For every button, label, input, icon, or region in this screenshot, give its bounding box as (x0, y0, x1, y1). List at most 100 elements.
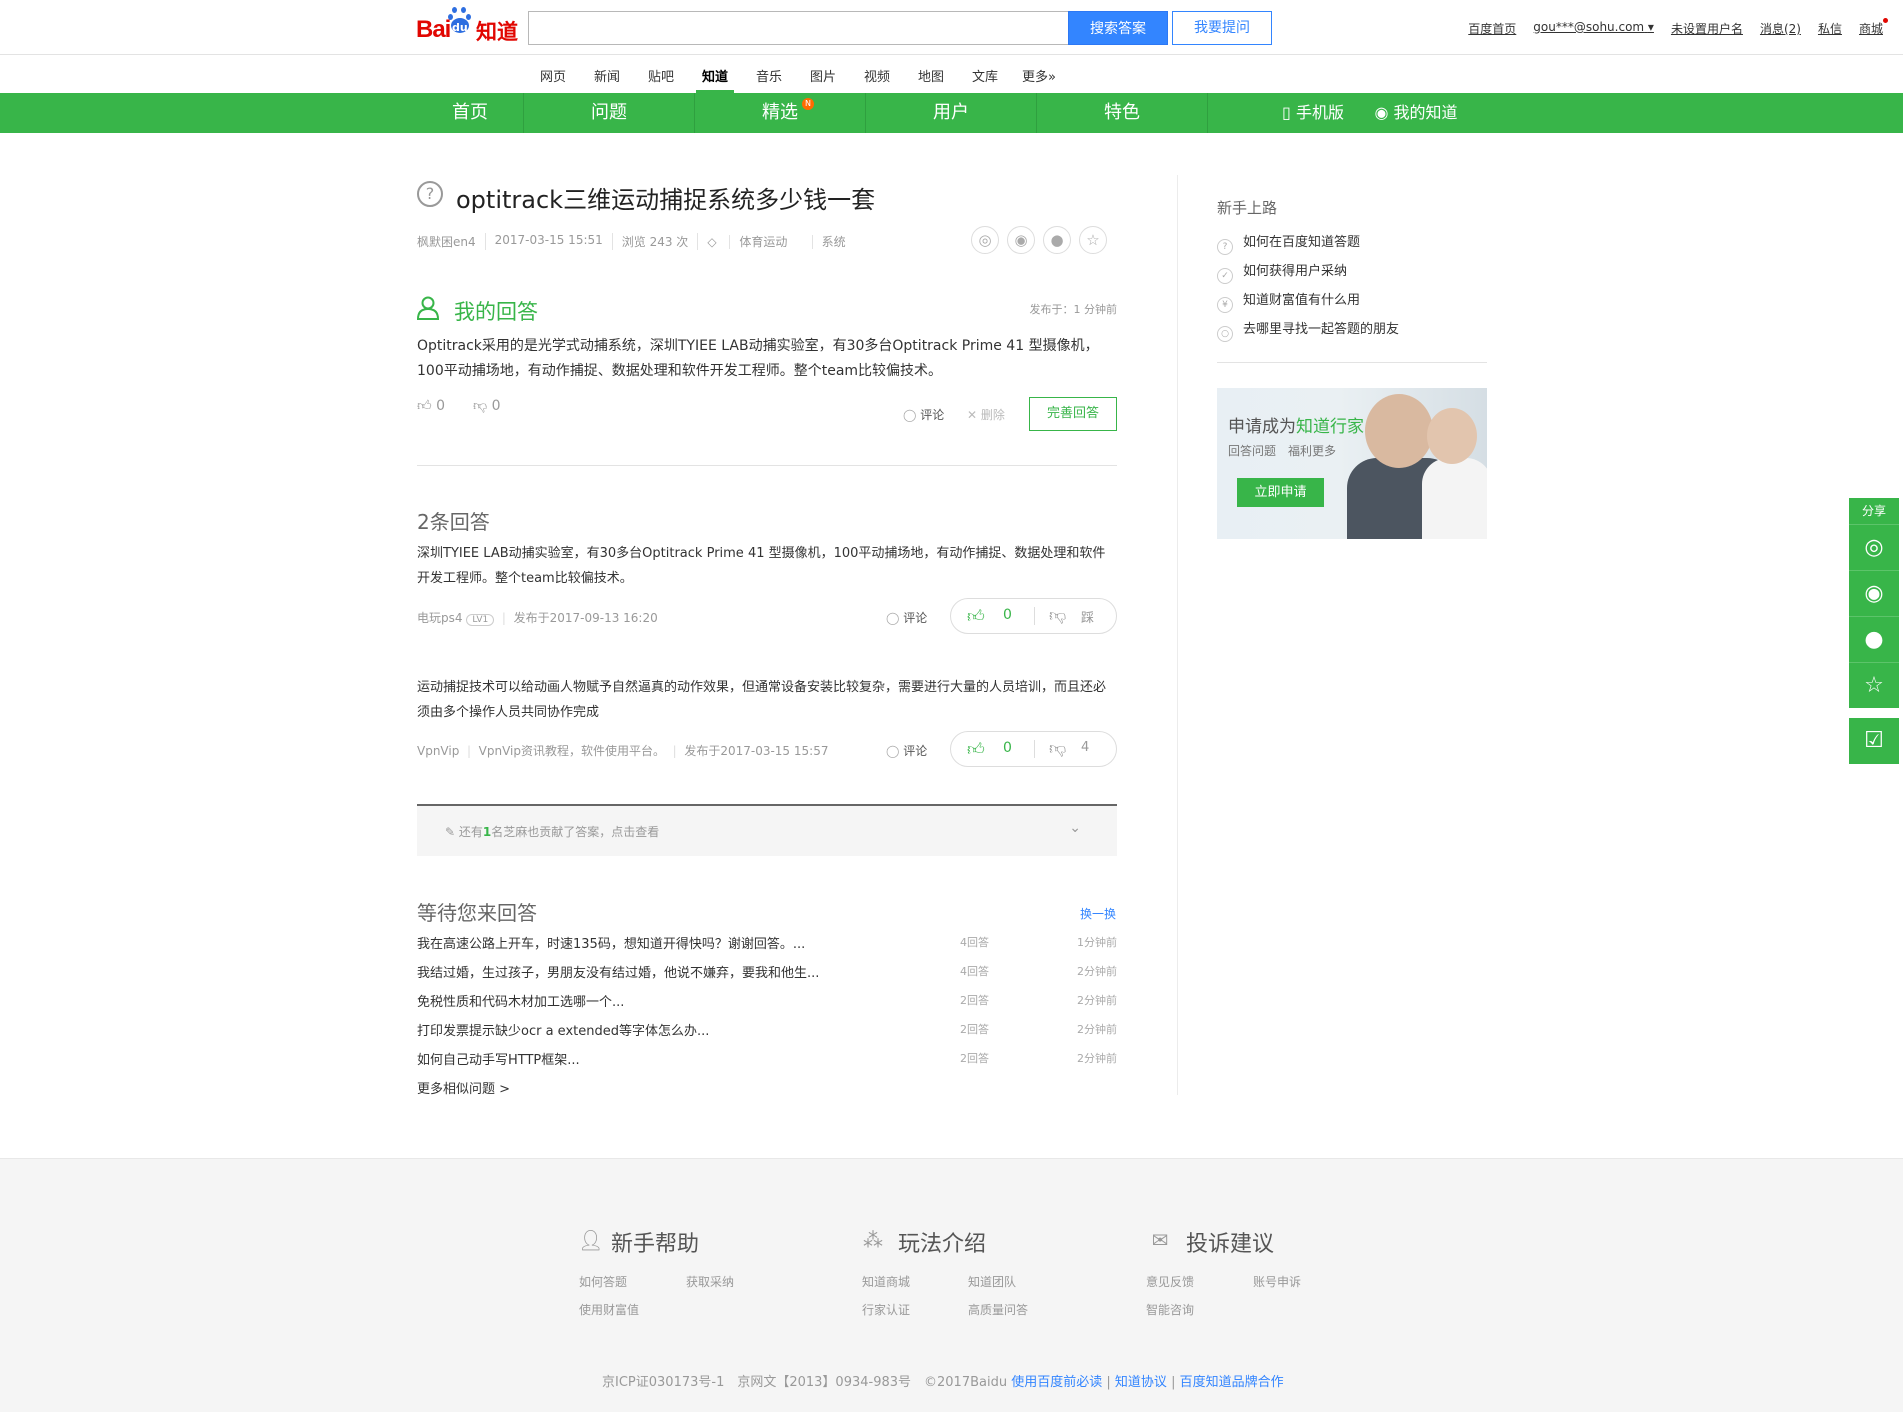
qq-share-icon[interactable]: ● (1849, 616, 1899, 662)
nav-home[interactable]: 首页 (417, 93, 523, 133)
footer-link[interactable]: 使用财富值 (579, 1301, 639, 1318)
nav-features[interactable]: 特色 (1037, 93, 1207, 133)
nav-featured[interactable]: 精选 (695, 93, 865, 133)
footer-link[interactable]: 知道商城 (862, 1273, 910, 1290)
channel-image[interactable]: 图片 (810, 66, 836, 85)
channel-web[interactable]: 网页 (540, 66, 566, 85)
channel-zhidao[interactable]: 知道 (695, 66, 735, 93)
tag-sports[interactable]: 体育运动 (729, 235, 797, 249)
answer-user-desc: VpnVip资讯教程，软件使用平台。 (478, 744, 665, 758)
footer-link[interactable]: 意见反馈 (1146, 1273, 1194, 1290)
mall-link[interactable]: 商城 (1859, 18, 1889, 37)
more-suffix: 名芝麻也贡献了答案，点击查看 (491, 825, 660, 839)
refresh-link[interactable]: 换一换 (1080, 905, 1116, 922)
answer-user[interactable]: 电玩ps4 (417, 611, 463, 625)
channel-news[interactable]: 新闻 (594, 66, 620, 85)
phone-icon: ▯ (1282, 103, 1291, 122)
footer-link[interactable]: 智能咨询 (1146, 1301, 1194, 1318)
sidebar-item[interactable]: ¥ 知道财富值有什么用 (1217, 289, 1360, 313)
more-prefix: 还有 (458, 825, 483, 839)
qq-icon[interactable]: ● (1043, 226, 1071, 254)
set-username-link[interactable]: 未设置用户名 (1671, 20, 1743, 37)
waiting-time: 2分钟前 (1077, 1052, 1117, 1065)
my-answer-delete[interactable]: ✕ 删除 (967, 406, 1005, 423)
more-answers-bar[interactable]: ✎ 还有1名芝麻也贡献了答案，点击查看 ⌄ (417, 804, 1117, 856)
footer-sep: | (1171, 1375, 1180, 1390)
waiting-question[interactable]: 免税性质和代码木材加工选哪一个... 2回答 2分钟前 (417, 991, 1117, 1015)
waiting-question[interactable]: 我在高速公路上开车，时速135码，想知道开得快吗？谢谢回答。... 4回答 1分钟前 (417, 933, 1117, 957)
baidu-zhidao-logo[interactable]: Bai du 知道 (416, 6, 521, 46)
footer-bottom-link[interactable]: 百度知道品牌合作 (1180, 1375, 1284, 1390)
messages-link[interactable]: 消息(2) (1760, 20, 1801, 37)
waiting-question-text: 免税性质和代码木材加工选哪一个... (417, 995, 625, 1010)
weibo-share-icon[interactable]: ◉ (1849, 570, 1899, 616)
sidebar-item[interactable]: ✓ 如何获得用户采纳 (1217, 260, 1347, 284)
channel-map[interactable]: 地图 (918, 66, 944, 85)
ad-title-highlight: 知道行家 (1296, 417, 1364, 437)
waiting-time: 2分钟前 (1077, 994, 1117, 1007)
thumbs-down-icon[interactable]: 👎︎ (1049, 738, 1066, 759)
vote-divider (1034, 607, 1035, 625)
expert-ad-banner[interactable]: 申请成为知道行家 回答问题 福利更多 立即申请 (1217, 388, 1487, 539)
channel-wenku[interactable]: 文库 (972, 66, 998, 85)
waiting-question[interactable]: 我结过婚，生过孩子，男朋友没有结过婚，他说不嫌弃，要我和他生... 4回答 2分钟前 (417, 962, 1117, 986)
nav-questions[interactable]: 问题 (524, 93, 694, 133)
footer-link[interactable]: 账号申诉 (1253, 1273, 1301, 1290)
footer-bottom-link[interactable]: 知道协议 (1115, 1375, 1167, 1390)
footer-link[interactable]: 知道团队 (968, 1273, 1016, 1290)
channel-video[interactable]: 视频 (864, 66, 890, 85)
thumbs-up-icon[interactable]: 👍︎ (967, 739, 985, 760)
answer-comment[interactable]: ◯ 评论 (886, 742, 927, 759)
waiting-question[interactable]: 如何自己动手写HTTP框架... 2回答 2分钟前 (417, 1049, 1117, 1073)
answer-meta: VpnVip | VpnVip资讯教程，软件使用平台。 | 发布于2017-03… (417, 742, 828, 759)
footer-link[interactable]: 高质量问答 (968, 1301, 1028, 1318)
waiting-title: 等待您来回答 (417, 901, 537, 925)
footer-link[interactable]: 行家认证 (862, 1301, 910, 1318)
waiting-time: 1分钟前 (1077, 936, 1117, 949)
private-message-link[interactable]: 私信 (1818, 20, 1842, 37)
apply-now-button[interactable]: 立即申请 (1237, 478, 1324, 507)
footer-bottom-link[interactable]: 使用百度前必读 (1011, 1375, 1102, 1390)
search-answer-button[interactable]: 搜索答案 (1068, 11, 1168, 45)
wechat-icon[interactable]: ◎ (971, 226, 999, 254)
my-answer-downvote[interactable]: 👎︎ 0 (473, 397, 501, 414)
question-author[interactable]: 枫默困en4 (417, 233, 485, 250)
tag-system[interactable]: 系统 (811, 235, 855, 249)
nav-mobile[interactable]: ▯ 手机版 (1268, 93, 1358, 133)
favorite-share-icon[interactable]: ☆ (1849, 662, 1899, 708)
favorite-star-icon[interactable]: ☆ (1079, 226, 1107, 254)
footer-link[interactable]: 获取采纳 (686, 1273, 734, 1290)
channel-more[interactable]: 更多» (1022, 66, 1056, 85)
question-title: optitrack三维运动捕捉系统多少钱一套 (456, 186, 876, 214)
search-circle-icon: ○ (1217, 326, 1233, 342)
answer-comment[interactable]: ◯ 评论 (886, 609, 927, 626)
nav-mine-label: 我的知道 (1393, 103, 1458, 122)
thumbs-down-icon[interactable]: 👎︎ (1049, 605, 1066, 626)
my-answer-upvote[interactable]: 👍︎ 0 (417, 397, 445, 414)
more-count: 1 (482, 825, 492, 839)
sidebar-item[interactable]: ○ 去哪里寻找一起答题的朋友 (1217, 318, 1399, 342)
level-badge: LV1 (466, 614, 495, 626)
check-circle-icon: ✓ (1217, 268, 1233, 284)
ask-question-button[interactable]: 我要提问 (1172, 11, 1272, 45)
nav-users[interactable]: 用户 (866, 93, 1036, 133)
weibo-icon[interactable]: ◉ (1007, 226, 1035, 254)
my-answer-comment[interactable]: ◯ 评论 (903, 406, 944, 423)
waiting-time: 2分钟前 (1077, 965, 1117, 978)
clipboard-check-icon[interactable]: ☑ (1849, 718, 1899, 764)
baidu-home-link[interactable]: 百度首页 (1468, 20, 1516, 37)
perfect-answer-button[interactable]: 完善回答 (1029, 397, 1117, 431)
channel-tieba[interactable]: 贴吧 (648, 66, 674, 85)
wechat-share-icon[interactable]: ◎ (1849, 524, 1899, 570)
more-similar-link[interactable]: 更多相似问题 > (417, 1078, 510, 1097)
footer-link[interactable]: 如何答题 (579, 1273, 627, 1290)
search-input[interactable] (528, 11, 1068, 45)
ad-person-image (1365, 394, 1433, 468)
nav-my-zhidao[interactable]: ◉ 我的知道 (1366, 93, 1466, 133)
waiting-question[interactable]: 打印发票提示缺少ocr a extended等字体怎么办... 2回答 2分钟前 (417, 1020, 1117, 1044)
thumbs-up-icon[interactable]: 👍︎ (967, 606, 985, 627)
answer-user[interactable]: VpnVip (417, 744, 459, 758)
channel-music[interactable]: 音乐 (756, 66, 782, 85)
account-link[interactable]: gou***@sohu.com ▾ (1533, 20, 1654, 37)
sidebar-item[interactable]: ? 如何在百度知道答题 (1217, 231, 1360, 255)
